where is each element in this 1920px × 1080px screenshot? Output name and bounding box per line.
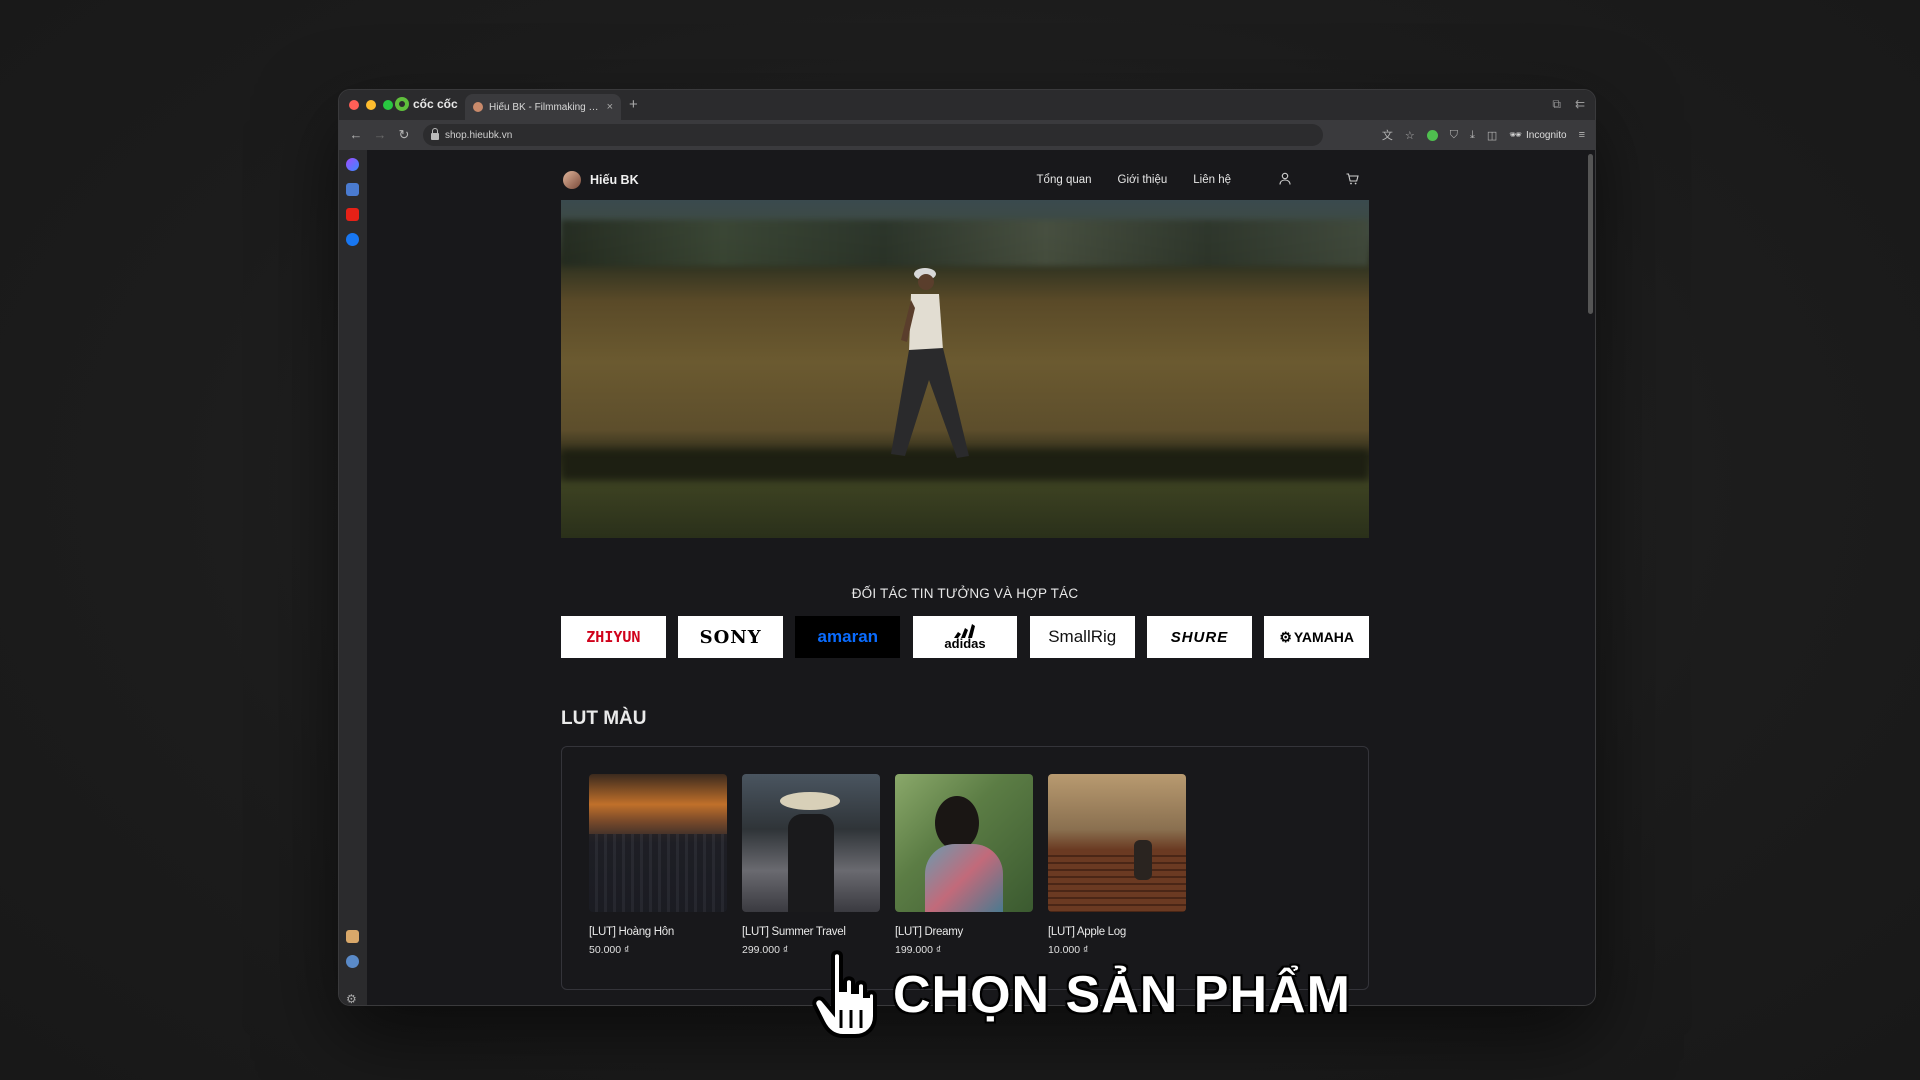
back-icon[interactable]: ← xyxy=(345,127,367,143)
tab-search-icon[interactable]: ⧉ xyxy=(1552,97,1561,112)
menu-icon[interactable]: ≡ xyxy=(1579,129,1585,141)
partner-name: SONY xyxy=(699,626,762,648)
tab-strip: cốc cốc Hiếu BK - Filmmaking Store × + ⧉… xyxy=(339,90,1595,120)
product-thumbnail[interactable] xyxy=(589,774,727,912)
new-tab-button[interactable]: + xyxy=(629,96,638,113)
product-name[interactable]: [LUT] Apple Log xyxy=(1048,926,1186,938)
split-view-icon[interactable]: ◫ xyxy=(1487,129,1497,142)
partner-smallrig[interactable]: SmallRig xyxy=(1029,616,1135,658)
avatar[interactable] xyxy=(563,171,581,189)
partner-name: amaran xyxy=(817,627,879,646)
maximize-window-button[interactable] xyxy=(383,100,393,110)
product-name[interactable]: [LUT] Summer Travel xyxy=(742,926,880,938)
pointer-hand-icon xyxy=(812,950,877,1038)
bookmark-star-icon[interactable]: ☆ xyxy=(1405,129,1415,142)
nav-overview[interactable]: Tổng quan xyxy=(1037,174,1092,186)
partner-yamaha[interactable]: ⚙ YAMAHA xyxy=(1264,616,1370,658)
partner-amaran[interactable]: amaran xyxy=(795,616,901,658)
partner-name: SmallRig xyxy=(1048,627,1117,646)
tab-close-icon[interactable]: × xyxy=(607,101,613,113)
walking-man-figure xyxy=(891,268,969,458)
partner-zhiyun[interactable]: ZHIYUN xyxy=(561,616,666,658)
browser-brand[interactable]: cốc cốc xyxy=(395,97,458,111)
partner-sony[interactable]: SONY xyxy=(678,616,783,658)
product-name[interactable]: [LUT] Dreamy xyxy=(895,926,1033,938)
site-header: Hiếu BK Tổng quan Giới thiệu Liên hệ xyxy=(563,166,1369,194)
translate-icon[interactable]: 文 xyxy=(1382,127,1393,143)
partner-logos: ZHIYUN SONY amaran adidas SmallRig SHURE… xyxy=(561,616,1370,658)
nav-contact[interactable]: Liên hệ xyxy=(1193,174,1231,186)
partner-name: SHURE xyxy=(1170,628,1229,646)
nav-about[interactable]: Giới thiệu xyxy=(1118,174,1168,186)
partner-shure[interactable]: SHURE xyxy=(1147,616,1252,658)
product-card[interactable]: [LUT] Apple Log 10.000 ₫ xyxy=(1048,774,1186,956)
browser-sidebar: ⚙ xyxy=(339,150,367,1005)
tab-title: Hiếu BK - Filmmaking Store xyxy=(489,101,601,113)
window-controls xyxy=(349,100,393,110)
strip-right-icons: ⧉ ⇇ xyxy=(1552,97,1585,112)
forward-icon[interactable]: → xyxy=(369,127,391,143)
address-bar[interactable]: shop.hieubk.vn xyxy=(423,124,1323,146)
yamaha-emblem-icon: ⚙ xyxy=(1279,628,1292,645)
collapse-icon[interactable]: ⇇ xyxy=(1575,97,1585,112)
site-logo-name[interactable]: Hiếu BK xyxy=(590,173,639,187)
tab-active[interactable]: Hiếu BK - Filmmaking Store × xyxy=(465,94,621,120)
section-title: LUT MÀU xyxy=(561,708,647,729)
incognito-badge[interactable]: 🕶 Incognito xyxy=(1509,130,1566,141)
extension-leaf-icon[interactable] xyxy=(1426,129,1438,141)
product-card[interactable]: [LUT] Summer Travel 299.000 ₫ xyxy=(742,774,880,956)
browser-toolbar: ← → ↻ shop.hieubk.vn 文 ☆ ⛉ ⤓ ◫ 🕶 Incogni… xyxy=(339,120,1595,150)
product-thumbnail[interactable] xyxy=(1048,774,1186,912)
coccoc-logo-icon xyxy=(395,97,409,111)
product-card[interactable]: [LUT] Hoàng Hôn 50.000 ₫ xyxy=(589,774,727,956)
partner-name: ZHIYUN xyxy=(586,628,641,646)
main-nav: Tổng quan Giới thiệu Liên hệ xyxy=(1037,174,1231,186)
video-caption-overlay: CHỌN SẢN PHẨM xyxy=(811,950,1351,1040)
toolbar-icons: 文 ☆ ⛉ ⤓ ◫ 🕶 Incognito ≡ xyxy=(1382,127,1585,143)
lock-icon xyxy=(431,128,439,140)
incognito-icon: 🕶 xyxy=(1509,129,1522,141)
partner-name: adidas xyxy=(944,636,986,651)
sidebar-chat-icon[interactable] xyxy=(346,955,359,968)
close-window-button[interactable] xyxy=(349,100,359,110)
shield-icon[interactable]: ⛉ xyxy=(1450,129,1458,142)
hero-image xyxy=(561,200,1369,538)
product-price: 50.000 ₫ xyxy=(589,944,630,956)
minimize-window-button[interactable] xyxy=(366,100,376,110)
browser-window: cốc cốc Hiếu BK - Filmmaking Store × + ⧉… xyxy=(338,89,1596,1006)
sidebar-app-icon[interactable] xyxy=(346,930,359,943)
product-name[interactable]: [LUT] Hoàng Hôn xyxy=(589,926,727,938)
cart-icon[interactable] xyxy=(1346,172,1359,188)
download-icon[interactable]: ⤓ xyxy=(1470,129,1475,142)
partner-name: YAMAHA xyxy=(1293,629,1355,645)
page-viewport: Hiếu BK Tổng quan Giới thiệu Liên hệ ĐỐI… xyxy=(367,150,1595,1005)
page-scrollbar[interactable] xyxy=(1588,154,1593,314)
reload-icon[interactable]: ↻ xyxy=(393,127,415,143)
product-thumbnail[interactable] xyxy=(742,774,880,912)
product-card[interactable]: [LUT] Dreamy 199.000 ₫ xyxy=(895,774,1033,956)
translate-sidebar-icon[interactable] xyxy=(346,183,359,196)
caption-text: CHỌN SẢN PHẨM xyxy=(893,966,1351,1024)
user-icon[interactable] xyxy=(1279,172,1291,188)
product-thumbnail[interactable] xyxy=(895,774,1033,912)
settings-gear-icon[interactable]: ⚙ xyxy=(346,992,357,1005)
messenger-icon[interactable] xyxy=(346,158,359,171)
partners-title: ĐỐI TÁC TIN TƯỞNG VÀ HỢP TÁC xyxy=(851,586,1079,601)
facebook-icon[interactable] xyxy=(346,233,359,246)
tab-favicon-icon xyxy=(473,102,483,112)
incognito-label: Incognito xyxy=(1525,129,1567,141)
partner-adidas[interactable]: adidas xyxy=(912,616,1018,658)
url-text: shop.hieubk.vn xyxy=(445,129,513,141)
brand-label: cốc cốc xyxy=(413,97,458,111)
youtube-icon[interactable] xyxy=(346,208,359,221)
